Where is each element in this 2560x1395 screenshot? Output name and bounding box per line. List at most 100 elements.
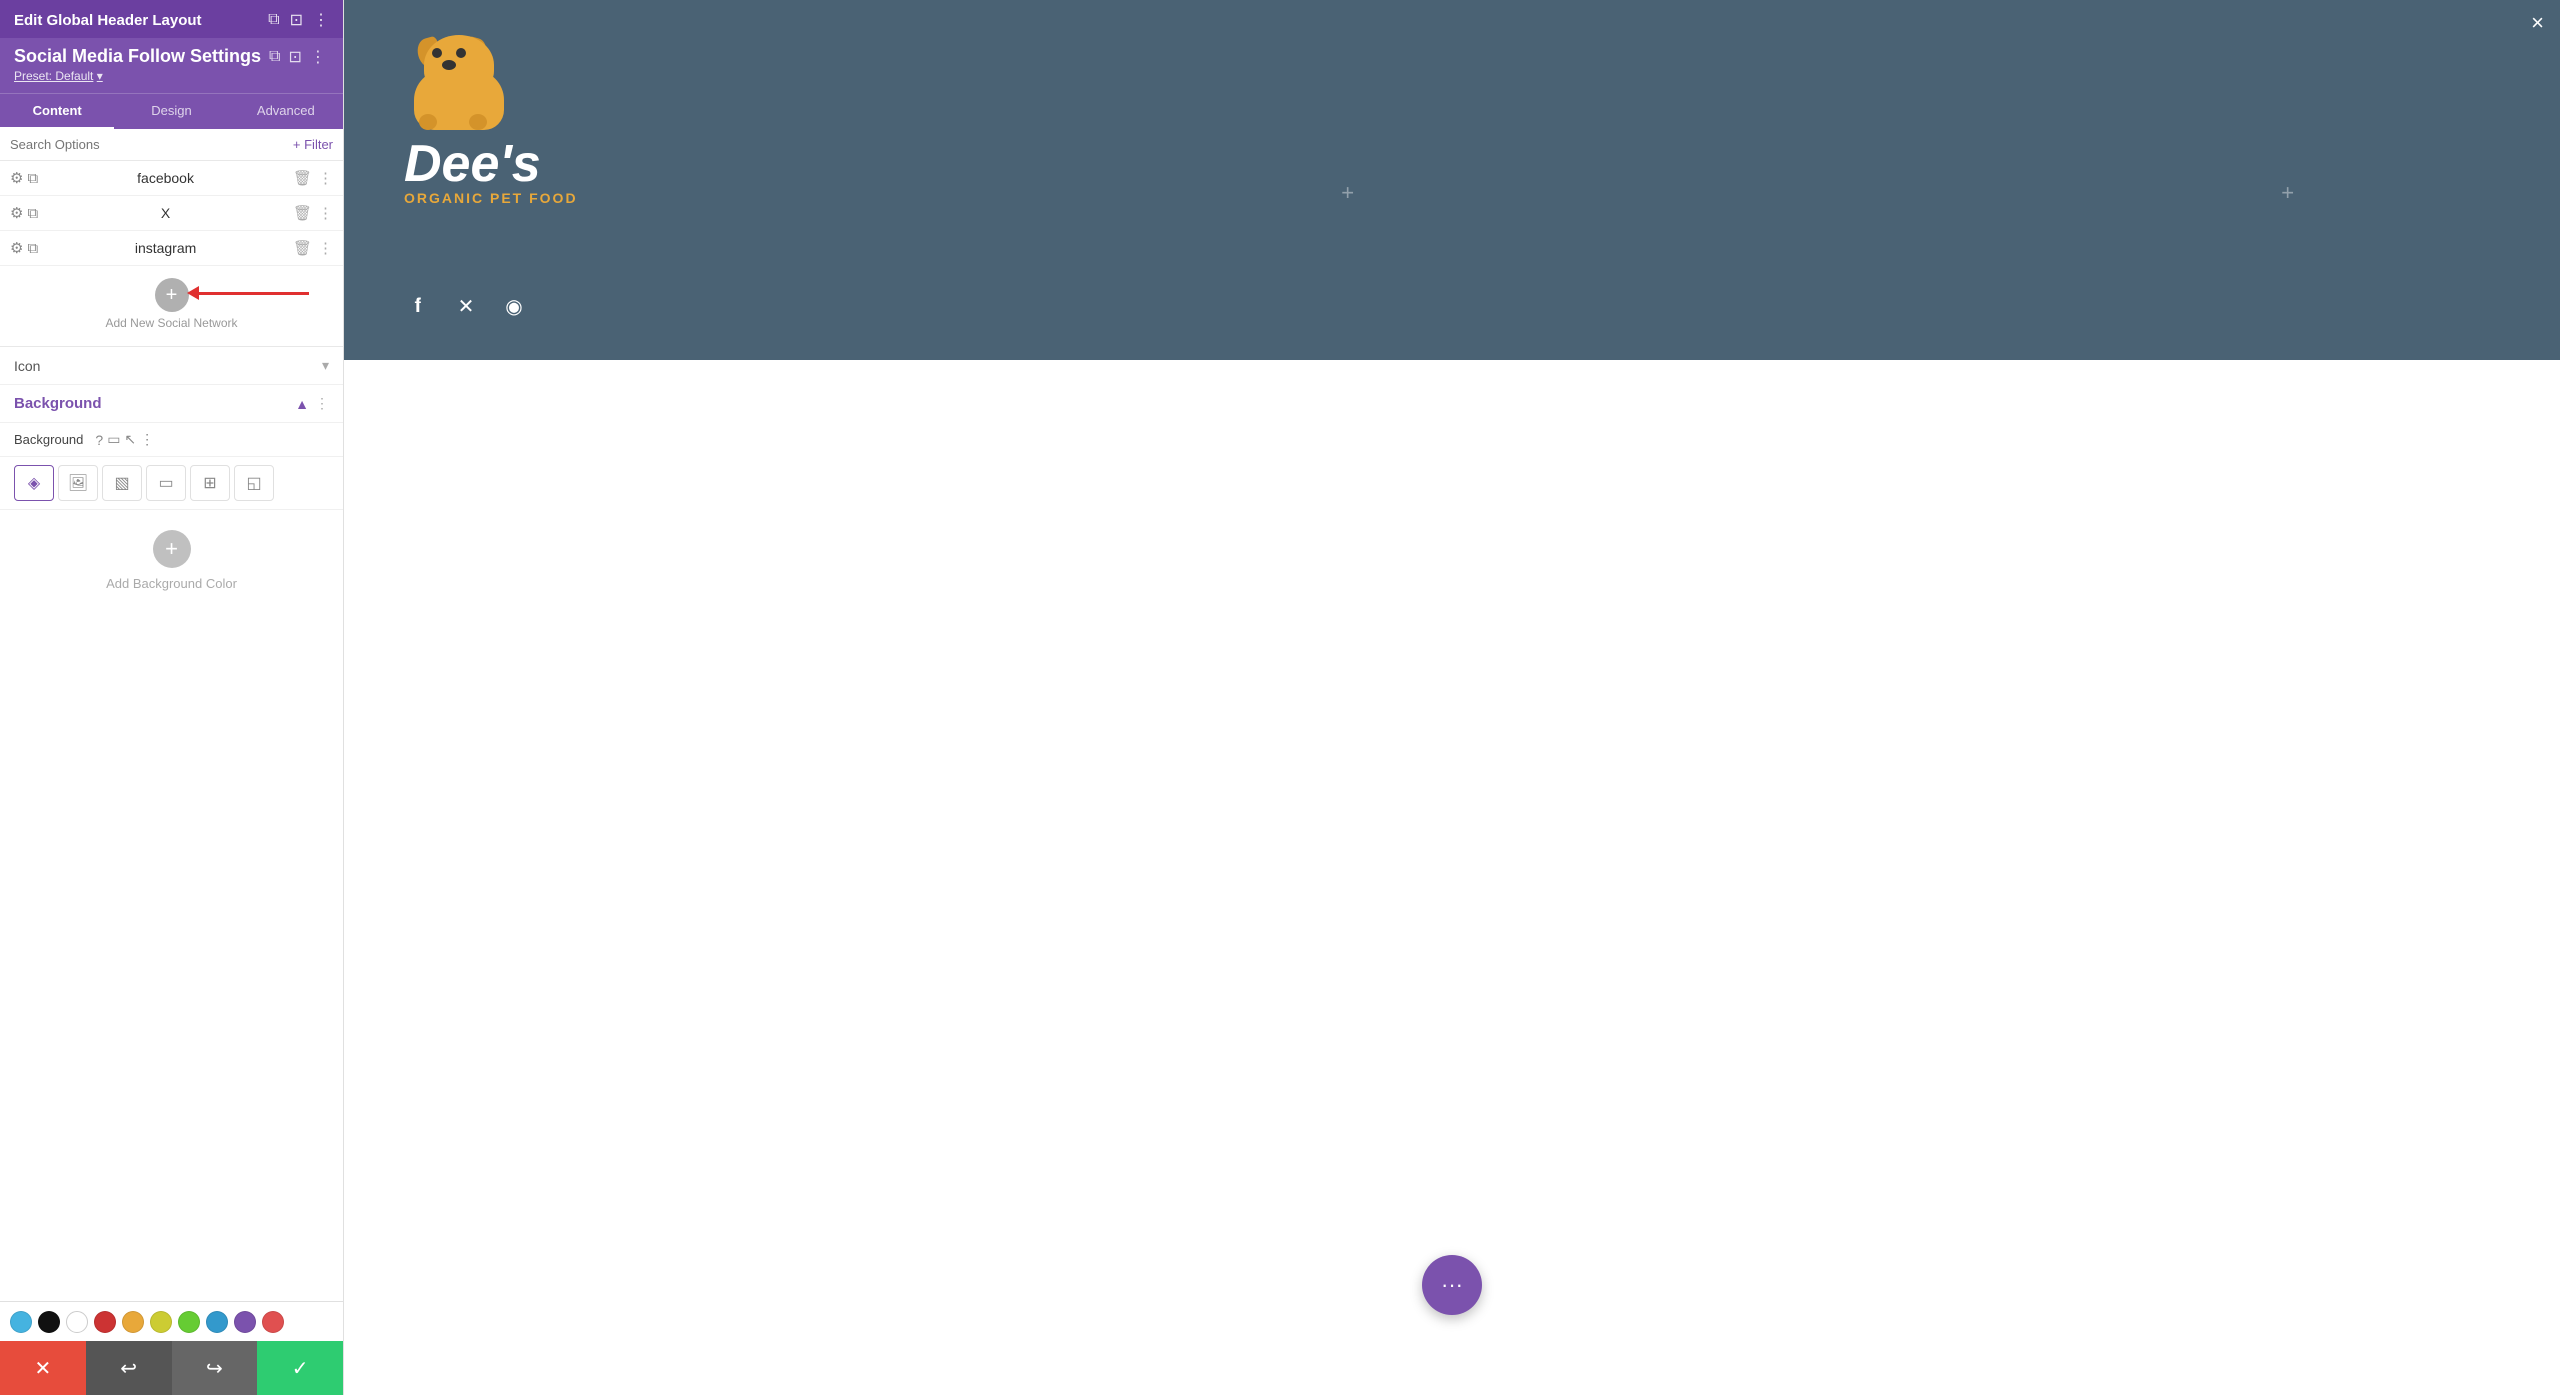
swatch-blue[interactable] bbox=[206, 1311, 228, 1333]
background-more2-icon[interactable]: ⋮ bbox=[140, 431, 154, 448]
facebook-settings-icon[interactable]: ⚙ bbox=[10, 169, 23, 187]
resize-module-button[interactable]: ⊡ bbox=[288, 47, 301, 67]
background-title: Background bbox=[14, 395, 102, 412]
social-item-x: ⚙ ⧉ X 🗑 ⋮ bbox=[0, 196, 343, 231]
logo-text-area: Dee's Organic Pet Food bbox=[404, 138, 578, 206]
resize-icon[interactable]: ⊡ bbox=[290, 10, 303, 30]
background-help-icon[interactable]: ? bbox=[95, 432, 103, 448]
add-background-color-section: + Add Background Color bbox=[0, 510, 343, 607]
panel-header-title: Edit Global Header Layout bbox=[14, 12, 202, 29]
bg-video-button[interactable]: ▭ bbox=[146, 465, 186, 501]
social-item-instagram: ⚙ ⧉ instagram 🗑 ⋮ bbox=[0, 231, 343, 266]
facebook-copy-icon[interactable]: ⧉ bbox=[27, 170, 38, 187]
preview-facebook-icon[interactable]: 𝐟 bbox=[404, 292, 432, 320]
dog-nose bbox=[442, 60, 456, 70]
tab-content[interactable]: Content bbox=[0, 94, 114, 129]
preview-instagram-icon[interactable]: ◉ bbox=[500, 292, 528, 320]
instagram-label: instagram bbox=[44, 240, 287, 256]
x-actions: 🗑 ⋮ bbox=[293, 204, 333, 222]
background-collapse-icon[interactable]: ▲ bbox=[295, 396, 309, 412]
bg-color-button[interactable]: ◈ bbox=[14, 465, 54, 501]
bg-mask-button[interactable]: ◱ bbox=[234, 465, 274, 501]
swatch-crimson[interactable] bbox=[262, 1311, 284, 1333]
dog-paw-right bbox=[469, 114, 487, 130]
undo-button[interactable]: ↩ bbox=[86, 1341, 172, 1395]
copy-module-button[interactable]: ⧉ bbox=[269, 48, 280, 66]
tab-advanced[interactable]: Advanced bbox=[229, 94, 343, 129]
swatch-yellow[interactable] bbox=[150, 1311, 172, 1333]
more-module-button[interactable]: ⋮ bbox=[310, 47, 326, 67]
social-item-facebook: ⚙ ⧉ facebook 🗑 ⋮ bbox=[0, 161, 343, 196]
background-options-row: Background ? ▭ ↖ ⋮ bbox=[0, 423, 343, 457]
search-input[interactable] bbox=[10, 137, 293, 152]
arrow-line bbox=[199, 292, 309, 295]
swatch-red[interactable] bbox=[94, 1311, 116, 1333]
arrow-head bbox=[187, 286, 199, 300]
swatch-black[interactable] bbox=[38, 1311, 60, 1333]
facebook-item-icons: ⚙ ⧉ bbox=[10, 169, 38, 187]
bg-image-button[interactable]: 🖼 bbox=[58, 465, 98, 501]
preview-socials: 𝐟 ✕ ◉ bbox=[404, 292, 528, 320]
close-button[interactable]: × bbox=[2531, 10, 2544, 36]
background-header-left: Background bbox=[14, 395, 102, 412]
background-desktop-icon[interactable]: ▭ bbox=[107, 431, 120, 448]
background-more-icon[interactable]: ⋮ bbox=[315, 395, 329, 412]
redo-button[interactable]: ↪ bbox=[172, 1341, 258, 1395]
add-social-label: Add New Social Network bbox=[105, 316, 237, 330]
panel-subheader-title: Social Media Follow Settings ⧉ ⊡ ⋮ bbox=[14, 46, 329, 67]
tab-design[interactable]: Design bbox=[114, 94, 228, 129]
x-settings-icon[interactable]: ⚙ bbox=[10, 204, 23, 222]
bg-gradient-button[interactable]: ▧ bbox=[102, 465, 142, 501]
preview-x-icon[interactable]: ✕ bbox=[452, 292, 480, 320]
icon-chevron-down-icon: ▾ bbox=[322, 357, 329, 374]
swatch-green[interactable] bbox=[178, 1311, 200, 1333]
preset-arrow[interactable]: ▾ bbox=[97, 69, 103, 83]
swatch-orange[interactable] bbox=[122, 1311, 144, 1333]
search-bar: + Filter bbox=[0, 129, 343, 161]
x-label: X bbox=[44, 205, 287, 221]
cancel-button[interactable]: ✕ bbox=[0, 1341, 86, 1395]
facebook-label: facebook bbox=[44, 170, 287, 186]
floating-more-button[interactable]: ··· bbox=[1422, 1255, 1482, 1315]
instagram-delete-icon[interactable]: 🗑 bbox=[293, 239, 312, 257]
more-icon[interactable]: ⋮ bbox=[313, 10, 329, 30]
add-background-color-button[interactable]: + bbox=[153, 530, 191, 568]
x-delete-icon[interactable]: 🗑 bbox=[293, 204, 312, 222]
subheader-title-text: Social Media Follow Settings bbox=[14, 46, 261, 67]
instagram-copy-icon[interactable]: ⧉ bbox=[27, 240, 38, 257]
x-copy-icon[interactable]: ⧉ bbox=[27, 205, 38, 222]
panel-subheader: Social Media Follow Settings ⧉ ⊡ ⋮ Prese… bbox=[0, 38, 343, 93]
preview-plus-left[interactable]: + bbox=[1341, 180, 1354, 206]
save-button[interactable]: ✓ bbox=[257, 1341, 343, 1395]
logo-icon bbox=[404, 30, 524, 130]
facebook-actions: 🗑 ⋮ bbox=[293, 169, 333, 187]
instagram-item-icons: ⚙ ⧉ bbox=[10, 239, 38, 257]
bg-pattern-button[interactable]: ⊞ bbox=[190, 465, 230, 501]
swatch-white[interactable] bbox=[66, 1311, 88, 1333]
instagram-actions: 🗑 ⋮ bbox=[293, 239, 333, 257]
background-icon-row: ? ▭ ↖ ⋮ bbox=[95, 431, 154, 448]
swatch-purple[interactable] bbox=[234, 1311, 256, 1333]
facebook-delete-icon[interactable]: 🗑 bbox=[293, 169, 312, 187]
preview-plus-right[interactable]: + bbox=[2281, 180, 2294, 206]
background-section: Background ▲ ⋮ Background ? ▭ ↖ ⋮ ◈ bbox=[0, 385, 343, 607]
swatch-pencil[interactable] bbox=[10, 1311, 32, 1333]
logo-text-dees: Dee's bbox=[404, 138, 578, 190]
facebook-more-icon[interactable]: ⋮ bbox=[318, 169, 333, 187]
icon-section[interactable]: Icon ▾ bbox=[0, 347, 343, 385]
copy-icon[interactable]: ⧉ bbox=[268, 11, 279, 29]
preview-logo: Dee's Organic Pet Food bbox=[404, 30, 578, 206]
background-type-buttons: ◈ 🖼 ▧ ▭ ⊞ ◱ bbox=[0, 457, 343, 510]
preview-content: ··· bbox=[344, 360, 2560, 1395]
filter-button[interactable]: + Filter bbox=[293, 137, 333, 152]
background-header-right: ▲ ⋮ bbox=[295, 395, 329, 412]
background-cursor-icon[interactable]: ↖ bbox=[124, 431, 136, 448]
instagram-more-icon[interactable]: ⋮ bbox=[318, 239, 333, 257]
panel-header: Edit Global Header Layout ⧉ ⊡ ⋮ bbox=[0, 0, 343, 38]
add-social-network-button[interactable]: + bbox=[155, 278, 189, 312]
x-item-icons: ⚙ ⧉ bbox=[10, 204, 38, 222]
red-arrow bbox=[188, 286, 309, 300]
panel-tabs: Content Design Advanced bbox=[0, 93, 343, 129]
x-more-icon[interactable]: ⋮ bbox=[318, 204, 333, 222]
instagram-settings-icon[interactable]: ⚙ bbox=[10, 239, 23, 257]
